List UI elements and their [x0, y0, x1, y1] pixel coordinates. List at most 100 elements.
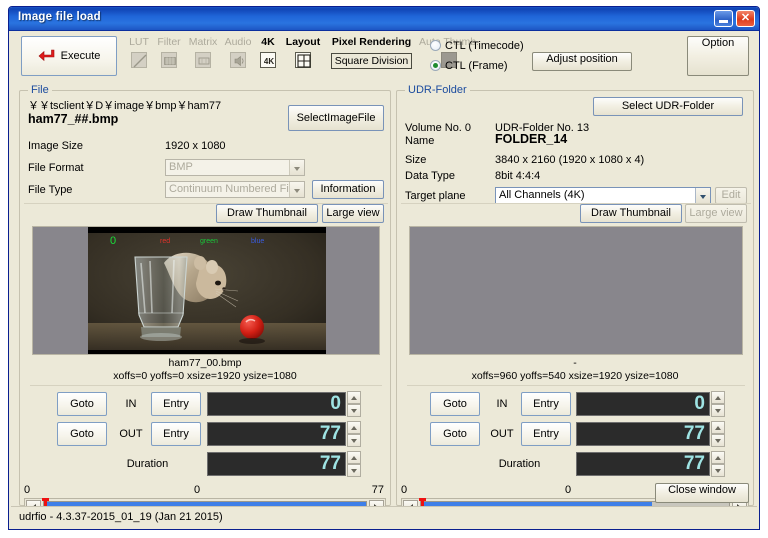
file-type-value: Continuum Numbered Fi.. [169, 183, 295, 195]
duration-spinner[interactable] [347, 451, 361, 477]
udr-entry-out-button[interactable]: Entry [521, 422, 571, 446]
volume-no-label: Volume No. 0 [405, 122, 471, 134]
entry-in-button[interactable]: Entry [151, 392, 201, 416]
udr-duration-value-field[interactable]: 77 [576, 452, 710, 476]
duration-spinner-up[interactable] [347, 451, 361, 464]
svg-text:0: 0 [110, 235, 116, 247]
image-file-load-window: Image file load ✕ Execute LUT [8, 6, 760, 530]
in-spinner-down[interactable] [347, 404, 361, 417]
udr-duration-spinner[interactable] [711, 451, 725, 477]
mode-audio[interactable]: Audio [221, 36, 255, 68]
udr-entry-in-button[interactable]: Entry [521, 392, 571, 416]
execute-label: Execute [61, 50, 101, 62]
target-plane-label: Target plane [405, 190, 466, 202]
4k-icon[interactable]: 4K [260, 52, 276, 68]
file-type-combo[interactable]: Continuum Numbered Fi.. [165, 181, 305, 198]
pixel-rendering-value[interactable]: Square Division [331, 53, 413, 69]
out-spinner-down[interactable] [347, 434, 361, 447]
out-value-field[interactable]: 77 [207, 422, 346, 446]
mode-matrix[interactable]: Matrix [185, 36, 221, 68]
ctl-radio-group: CTL (Timecode) CTL (Frame) [430, 37, 524, 77]
udr-out-spinner-down[interactable] [711, 434, 725, 447]
udr-in-value-field[interactable]: 0 [576, 392, 710, 416]
filter-icon[interactable] [161, 52, 177, 68]
information-button[interactable]: Information [312, 180, 384, 199]
udr-preview[interactable] [409, 226, 743, 355]
matrix-icon[interactable] [195, 52, 211, 68]
large-view-button[interactable]: Large view [322, 204, 384, 223]
data-type-label: Data Type [405, 170, 455, 182]
duration-spinner-down[interactable] [347, 464, 361, 477]
udr-out-value-field[interactable]: 77 [576, 422, 710, 446]
mode-4k[interactable]: 4K 4K [255, 36, 281, 68]
udr-duration-spinner-down[interactable] [711, 464, 725, 477]
mode-pixel-rendering[interactable]: Pixel Rendering Square Division [325, 36, 418, 69]
udr-duration-spinner-up[interactable] [711, 451, 725, 464]
edit-button[interactable]: Edit [715, 187, 747, 204]
file-preview[interactable]: 0 red green blue [32, 226, 380, 355]
minimize-button[interactable] [714, 10, 733, 27]
chevron-down-icon[interactable] [289, 160, 304, 175]
layout-grid-icon[interactable] [295, 52, 311, 68]
udr-out-label: OUT [485, 428, 519, 440]
mode-layout[interactable]: Layout [281, 36, 325, 68]
file-format-combo[interactable]: BMP [165, 159, 305, 176]
out-row: Goto OUT Entry 77 [20, 422, 390, 448]
window-title: Image file load [18, 11, 101, 23]
adjust-position-button[interactable]: Adjust position [532, 52, 632, 71]
udr-goto-in-button[interactable]: Goto [430, 392, 480, 416]
out-spinner[interactable] [347, 421, 361, 447]
udr-in-spinner[interactable] [711, 391, 725, 417]
udr-panel-legend: UDR-Folder [405, 84, 470, 96]
select-udr-folder-button[interactable]: Select UDR-Folder [593, 97, 743, 116]
close-icon[interactable]: ✕ [736, 10, 755, 27]
udr-duration-row: Duration 77 [397, 452, 753, 478]
draw-thumbnail-button[interactable]: Draw Thumbnail [216, 204, 318, 223]
udr-in-label: IN [485, 398, 519, 410]
mode-lut[interactable]: LUT [125, 36, 153, 68]
mode-filter[interactable]: Filter [153, 36, 185, 68]
option-button[interactable]: Option [687, 36, 749, 76]
udr-duration-label: Duration [467, 458, 572, 470]
status-bar: udrfio - 4.3.37-2015_01_19 (Jan 21 2015)… [11, 506, 757, 527]
udr-in-spinner-down[interactable] [711, 404, 725, 417]
mode-audio-label: Audio [221, 36, 255, 49]
radio-ctl-timecode[interactable]: CTL (Timecode) [430, 37, 524, 54]
in-spinner[interactable] [347, 391, 361, 417]
execute-button[interactable]: Execute [21, 36, 117, 76]
out-spinner-up[interactable] [347, 421, 361, 434]
lut-icon[interactable] [131, 52, 147, 68]
target-plane-value: All Channels (4K) [499, 189, 585, 201]
udr-size-value: 3840 x 2160 (1920 x 1080 x 4) [495, 154, 644, 166]
udr-in-row: Goto IN Entry 0 [397, 392, 753, 418]
udr-large-view-button[interactable]: Large view [685, 204, 747, 223]
radio-ctl-frame[interactable]: CTL (Frame) [430, 57, 524, 74]
file-panel-legend: File [28, 84, 52, 96]
target-plane-combo[interactable]: All Channels (4K) [495, 187, 711, 204]
chevron-down-icon[interactable] [695, 188, 710, 203]
audio-icon[interactable] [230, 52, 246, 68]
radio-timecode-icon[interactable] [430, 40, 441, 51]
udr-scale-mid: 0 [565, 484, 571, 496]
chevron-down-icon[interactable] [289, 182, 304, 197]
goto-in-button[interactable]: Goto [57, 392, 107, 416]
close-window-button[interactable]: Close window [655, 483, 749, 503]
udr-preview-offsets: xoffs=960 yoffs=540 xsize=1920 ysize=108… [397, 370, 753, 382]
goto-out-button[interactable]: Goto [57, 422, 107, 446]
udr-goto-out-button[interactable]: Goto [430, 422, 480, 446]
entry-out-button[interactable]: Entry [151, 422, 201, 446]
in-spinner-up[interactable] [347, 391, 361, 404]
toolbar: Execute LUT Filter [11, 31, 757, 82]
select-image-file-button[interactable]: SelectImageFile [288, 105, 384, 131]
file-preview-offsets: xoffs=0 yoffs=0 xsize=1920 ysize=1080 [20, 370, 390, 382]
image-size-value: 1920 x 1080 [165, 140, 226, 152]
udr-out-spinner-up[interactable] [711, 421, 725, 434]
udr-draw-thumbnail-button[interactable]: Draw Thumbnail [580, 204, 682, 223]
udr-in-spinner-up[interactable] [711, 391, 725, 404]
in-value-field[interactable]: 0 [207, 392, 346, 416]
udr-out-spinner[interactable] [711, 421, 725, 447]
svg-text:blue: blue [251, 238, 264, 245]
udr-name-value: FOLDER_14 [495, 132, 567, 146]
duration-value-field[interactable]: 77 [207, 452, 346, 476]
radio-frame-icon[interactable] [430, 60, 441, 71]
